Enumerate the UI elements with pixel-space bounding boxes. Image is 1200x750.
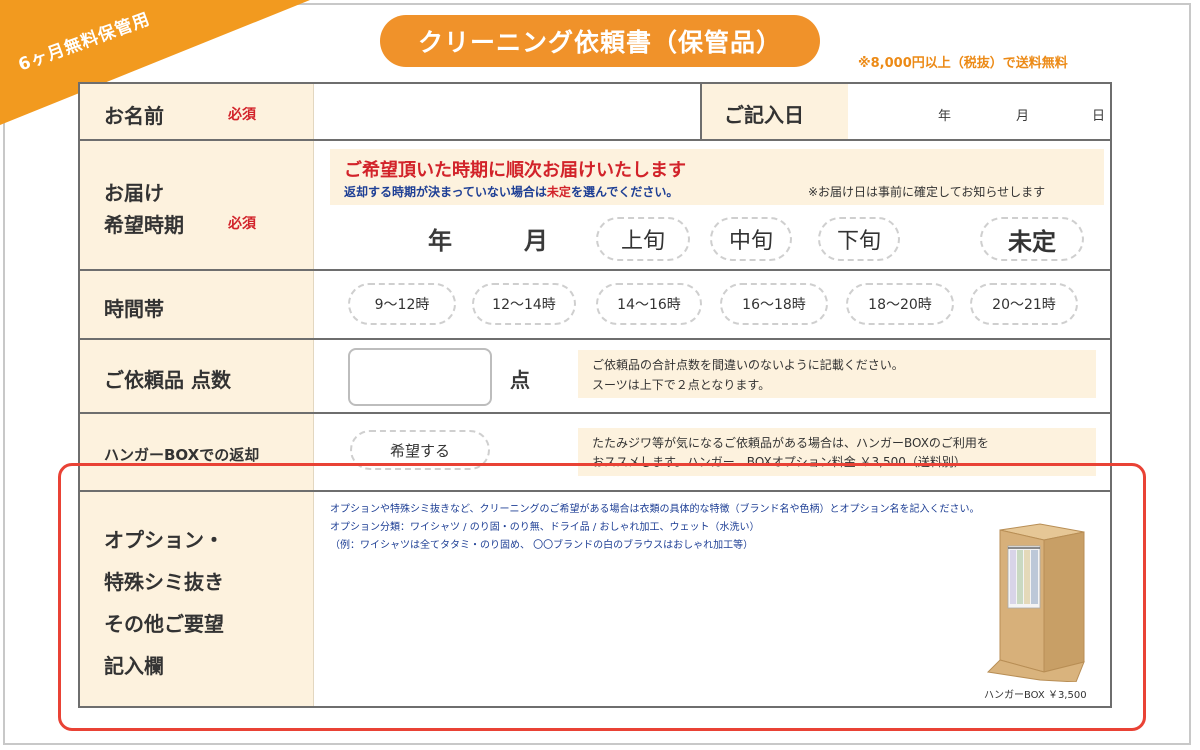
option-request-field[interactable]: オプションや特殊シミ抜きなど、クリーニングのご希望がある場合は衣類の具体的な特徴… (316, 492, 1110, 704)
hanger-label-cell: ハンガーBOXでの返却 (80, 414, 314, 490)
hanger-box-image (986, 523, 1085, 682)
month-text: 月 (1016, 109, 1030, 124)
hanger-label: ハンガーBOXでの返却 (104, 446, 260, 464)
option-instruction-line1: オプションや特殊シミ抜きなど、クリーニングのご希望がある場合は衣類の具体的な特徴… (330, 504, 980, 515)
time-slot-18-20[interactable]: 18〜20時 (846, 283, 954, 325)
time-slot-16-18[interactable]: 16〜18時 (720, 283, 828, 325)
delivery-label-line2: 希望時期 (104, 213, 184, 237)
count-input[interactable] (348, 348, 492, 406)
time-label-cell: 時間帯 (80, 271, 314, 338)
time-slot-14-16[interactable]: 14〜16時 (596, 283, 702, 325)
hanger-note: たたみジワ等が気になるご依頼品がある場合は、ハンガーBOXのご利用を おススメし… (578, 428, 1096, 476)
name-input[interactable] (316, 84, 700, 139)
hanger-note-line2: おススメします。ハンガー BOXオプション料金 ￥3,500（送料別） (592, 455, 966, 469)
shipping-note: ※8,000円以上（税抜）で送料無料 (858, 56, 1068, 71)
option-late-month[interactable]: 下旬 (818, 217, 900, 261)
count-unit: 点 (510, 368, 530, 392)
name-label-cell: お名前 必須 (80, 84, 314, 139)
required-badge: 必須 (228, 107, 256, 123)
name-row: お名前 必須 ご記入日 年 月 日 (80, 84, 1110, 141)
time-label: 時間帯 (104, 297, 164, 321)
form-table: お名前 必須 ご記入日 年 月 日 お届け 希望時期 必須 ご希望頂いた時期に順… (78, 82, 1112, 708)
time-row: 時間帯 9〜12時 12〜14時 14〜16時 16〜18時 18〜20時 20… (80, 271, 1110, 340)
count-label-cell: ご依頼品 点数 (80, 340, 314, 412)
delivery-year-text: 年 (428, 227, 452, 255)
time-slot-9-12[interactable]: 9〜12時 (348, 283, 456, 325)
delivery-notice-sub: 返却する時期が決まっていない場合は未定を選んでください。 (344, 185, 679, 199)
name-label: お名前 (104, 104, 164, 128)
delivery-notice: ご希望頂いた時期に順次お届けいたします 返却する時期が決まっていない場合は未定を… (330, 149, 1104, 205)
option-label-line2: 特殊シミ抜き (104, 570, 224, 594)
delivery-label-line1: お届け (104, 181, 164, 205)
delivery-notice-title: ご希望頂いた時期に順次お届けいたします (344, 160, 686, 181)
date-label: ご記入日 (724, 103, 804, 127)
count-note: ご依頼品の合計点数を間違いのないように記載ください。 スーツは上下で２点となりま… (578, 350, 1096, 398)
option-label-cell: オプション・ 特殊シミ抜き その他ご要望 記入欄 (80, 492, 314, 706)
time-slot-20-21[interactable]: 20〜21時 (970, 283, 1078, 325)
hanger-box-caption: ハンガーBOX ￥3,500 (984, 690, 1087, 701)
request-form-page: 6ヶ月無料保管用 クリーニング依頼書（保管品） ※8,000円以上（税抜）で送料… (0, 0, 1200, 750)
time-slot-12-14[interactable]: 12〜14時 (472, 283, 576, 325)
date-input[interactable]: 年 月 日 (848, 84, 1110, 139)
undecided-emphasis: 未定 (546, 185, 571, 199)
option-label-line1: オプション・ (104, 528, 224, 552)
count-label: ご依頼品 点数 (104, 368, 231, 392)
delivery-label-cell: お届け 希望時期 必須 (80, 141, 314, 269)
option-label-line4: 記入欄 (104, 654, 164, 678)
option-undecided[interactable]: 未定 (980, 217, 1084, 261)
option-early-month[interactable]: 上旬 (596, 217, 690, 261)
option-mid-month[interactable]: 中旬 (710, 217, 792, 261)
count-note-line2: スーツは上下で２点となります。 (592, 378, 771, 392)
form-title: クリーニング依頼書（保管品） (380, 15, 820, 67)
delivery-notice-right: ※お届け日は事前に確定してお知らせします (808, 185, 1046, 199)
delivery-row: お届け 希望時期 必須 ご希望頂いた時期に順次お届けいたします 返却する時期が決… (80, 141, 1110, 271)
count-note-line1: ご依頼品の合計点数を間違いのないように記載ください。 (592, 358, 904, 372)
hanger-request-button[interactable]: 希望する (350, 430, 490, 470)
count-row: ご依頼品 点数 点 ご依頼品の合計点数を間違いのないように記載ください。 スーツ… (80, 340, 1110, 414)
required-badge: 必須 (228, 216, 256, 232)
day-text: 日 (1092, 109, 1106, 124)
option-label-line3: その他ご要望 (104, 612, 224, 636)
option-row: オプション・ 特殊シミ抜き その他ご要望 記入欄 オプションや特殊シミ抜きなど、… (80, 492, 1110, 706)
hanger-row: ハンガーBOXでの返却 希望する たたみジワ等が気になるご依頼品がある場合は、ハ… (80, 414, 1110, 492)
option-instruction-line2: オプション分類：ワイシャツ / のり固・のり無、ドライ品 / おしゃれ加工、ウェ… (330, 522, 760, 533)
date-label-cell: ご記入日 (702, 84, 848, 139)
hanger-note-line1: たたみジワ等が気になるご依頼品がある場合は、ハンガーBOXのご利用を (592, 436, 989, 450)
year-text: 年 (938, 109, 952, 124)
option-instruction-line3: （例：ワイシャツは全てタタミ・のり固め、 〇〇ブランドの白のブラウスはおしゃれ加… (330, 540, 754, 551)
delivery-month-text: 月 (524, 227, 548, 255)
